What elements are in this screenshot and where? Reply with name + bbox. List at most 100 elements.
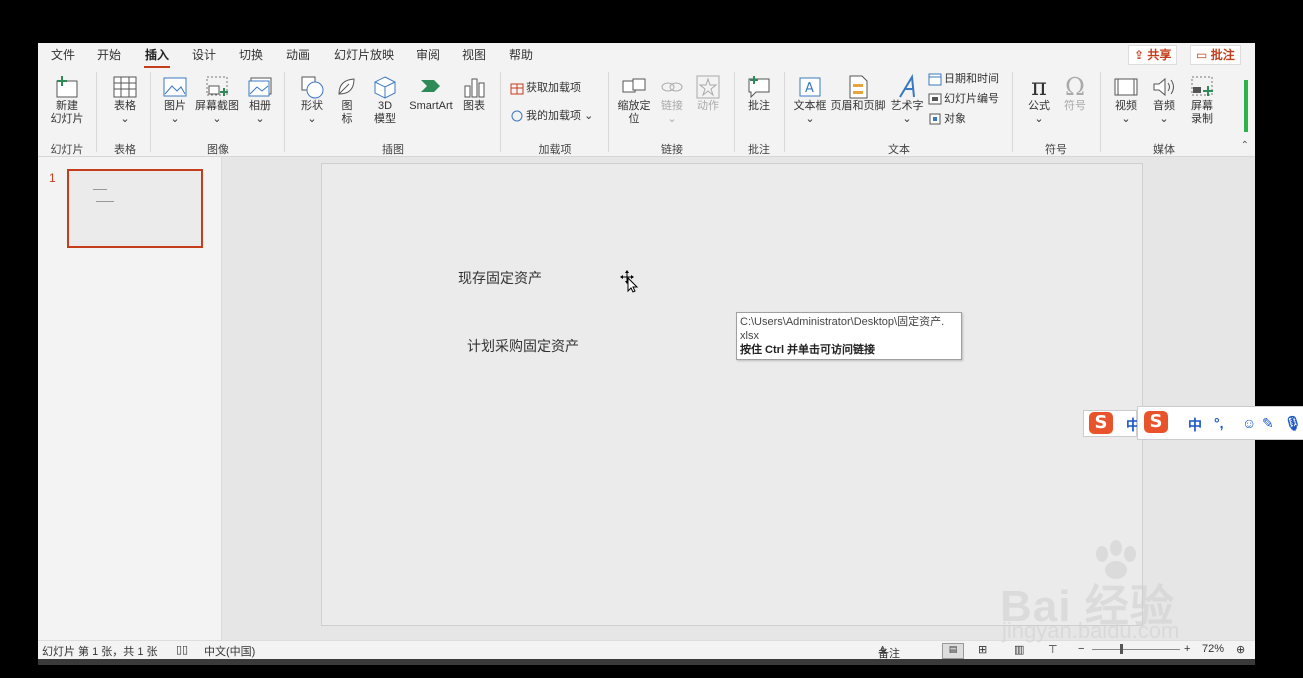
language-status[interactable]: 中文(中国) xyxy=(204,643,255,659)
textbox-button[interactable]: A 文本框 ⌄ xyxy=(792,74,828,126)
svg-text:A: A xyxy=(805,81,814,96)
normal-view-icon[interactable]: ▤ xyxy=(942,643,964,659)
tab-insert[interactable]: 插入 xyxy=(144,46,170,68)
group-label-text: 文本 xyxy=(888,144,910,156)
tooltip-path: C:\Users\Administrator\Desktop\固定资产. xyxy=(740,316,945,328)
group-label-comments: 批注 xyxy=(748,144,770,156)
chevron-down-icon: ⌄ xyxy=(212,113,222,125)
slide-number-icon xyxy=(928,93,942,105)
comments-button[interactable]: ▭ 批注 xyxy=(1190,45,1241,65)
group-label-addins: 加载项 xyxy=(538,144,572,156)
scroll-indicator xyxy=(1244,80,1248,132)
smartart-icon xyxy=(421,80,440,92)
taskbar-strip xyxy=(38,659,1255,665)
ime-chinese-mode[interactable]: 中 xyxy=(1188,415,1202,435)
tab-animations[interactable]: 动画 xyxy=(285,46,311,66)
chart-button[interactable]: 图表 xyxy=(460,74,488,113)
chevron-down-icon: ⌄ xyxy=(805,113,815,125)
hyperlink-tooltip: C:\Users\Administrator\Desktop\固定资产. xls… xyxy=(736,312,962,360)
thumbnail-number: 1 xyxy=(49,171,56,185)
chevron-down-icon: ⌄ xyxy=(584,110,594,122)
slide-text-planned-assets[interactable]: 计划采购固定资产 xyxy=(467,336,579,356)
tooltip-path-ext: xlsx xyxy=(740,330,759,342)
ime-toolbar[interactable]: S 中 °, ☺ ✎ 🎙 xyxy=(1137,406,1303,440)
slide-thumbnail[interactable] xyxy=(67,169,203,248)
smiley-icon[interactable]: ☺ xyxy=(1242,415,1256,431)
my-addins-button[interactable]: 我的加载项 ⌄ xyxy=(510,108,593,124)
insert-comment-button[interactable]: 批注 xyxy=(744,74,774,113)
action-button[interactable]: 动作 xyxy=(694,74,722,113)
tab-transitions[interactable]: 切换 xyxy=(238,46,264,66)
chevron-down-icon: ⌄ xyxy=(170,113,180,125)
object-button[interactable]: 对象 xyxy=(928,111,966,127)
datetime-button[interactable]: 日期和时间 xyxy=(928,71,999,87)
wordart-button[interactable]: 艺术字 ⌄ xyxy=(890,74,924,126)
chevron-down-icon: ⌄ xyxy=(667,113,677,125)
icons-button[interactable]: 图 标 xyxy=(334,74,360,126)
comment-icon: ▭ xyxy=(1196,48,1208,62)
ribbon-insert: 新建 幻灯片 表格 ⌄ 图片 ⌄ 屏幕截图 ⌄ 相册 ⌄ 形状 ⌄ 图 标 3D… xyxy=(38,68,1255,157)
group-label-links: 链接 xyxy=(661,144,683,156)
object-icon xyxy=(929,113,941,125)
ime-punctuation[interactable]: °, xyxy=(1214,415,1224,431)
audio-button[interactable]: 音频 ⌄ xyxy=(1148,74,1180,126)
3d-models-button[interactable]: 3D 模型 xyxy=(370,74,400,126)
picture-button[interactable]: 图片 ⌄ xyxy=(160,74,190,126)
group-label-symbols: 符号 xyxy=(1045,144,1067,156)
header-footer-icon xyxy=(849,75,868,99)
chevron-down-icon: ⌄ xyxy=(1159,113,1169,125)
picture-icon xyxy=(163,77,187,97)
tab-slideshow[interactable]: 幻灯片放映 xyxy=(333,46,395,66)
tab-help[interactable]: 帮助 xyxy=(508,46,534,66)
album-button[interactable]: 相册 ⌄ xyxy=(244,74,276,126)
slide-count-status: 幻灯片 第 1 张，共 1 张 xyxy=(42,646,158,658)
omega-icon: Ω xyxy=(1065,73,1085,101)
thumbnail-text-line xyxy=(93,189,107,190)
screen-record-icon xyxy=(1191,76,1213,96)
get-addins-button[interactable]: 获取加载项 xyxy=(510,80,581,96)
tab-file[interactable]: 文件 xyxy=(50,46,76,66)
tab-design[interactable]: 设计 xyxy=(191,46,217,66)
cube-icon xyxy=(374,76,396,99)
group-label-tables: 表格 xyxy=(114,144,136,156)
share-button[interactable]: ⇪ 共享 xyxy=(1128,45,1178,65)
tab-review[interactable]: 审阅 xyxy=(415,46,441,66)
smartart-button[interactable]: SmartArt xyxy=(406,74,456,113)
separator xyxy=(608,72,609,152)
ribbon-tab-bar: 文件 开始 插入 设计 切换 动画 幻灯片放映 审阅 视图 帮助 ⇪ 共享 ▭ … xyxy=(38,43,1255,68)
collapse-ribbon-icon[interactable]: ⌃ xyxy=(1241,140,1249,151)
store-icon xyxy=(510,83,524,95)
screenshot-button[interactable]: 屏幕截图 ⌄ xyxy=(194,74,240,126)
separator xyxy=(784,72,785,152)
equation-button[interactable]: π 公式 ⌄ xyxy=(1022,74,1056,126)
accessibility-icon[interactable]: ▯▯ xyxy=(176,643,188,656)
group-label-media: 媒体 xyxy=(1153,144,1175,156)
header-footer-button[interactable]: 页眉和页脚 xyxy=(830,74,886,113)
zoom-button[interactable]: 缩放定 位 xyxy=(616,74,652,126)
textbox-icon: A xyxy=(799,77,821,97)
pen-icon[interactable]: ✎ xyxy=(1262,415,1274,432)
video-button[interactable]: 视频 ⌄ xyxy=(1110,74,1142,126)
tab-view[interactable]: 视图 xyxy=(461,46,487,66)
group-label-slides: 幻灯片 xyxy=(50,144,84,156)
chevron-down-icon: ⌄ xyxy=(1121,113,1131,125)
table-icon xyxy=(113,76,137,98)
chevron-down-icon: ⌄ xyxy=(902,113,912,125)
slide-number-button[interactable]: 幻灯片编号 xyxy=(928,91,999,107)
separator xyxy=(1012,72,1013,152)
sogou-logo-icon[interactable]: S xyxy=(1144,411,1168,433)
shapes-button[interactable]: 形状 ⌄ xyxy=(296,74,328,126)
microphone-icon[interactable]: 🎙 xyxy=(1284,415,1302,432)
baidu-watermark: Bai 经验 jingyan.baidu.com xyxy=(1000,540,1260,650)
group-label-illustrations: 插图 xyxy=(382,144,404,156)
screen-record-button[interactable]: 屏幕 录制 xyxy=(1186,74,1218,126)
slide-sorter-icon[interactable]: ⊞ xyxy=(978,643,987,656)
tooltip-hint: 按住 Ctrl 并单击可访问链接 xyxy=(740,344,876,356)
slide-text-existing-assets[interactable]: 现存固定资产 xyxy=(458,268,542,288)
table-button[interactable]: 表格 ⌄ xyxy=(108,74,142,126)
link-button[interactable]: 链接 ⌄ xyxy=(658,74,686,126)
wordart-icon xyxy=(899,74,915,98)
new-slide-button[interactable]: 新建 幻灯片 xyxy=(44,74,90,126)
symbol-button[interactable]: Ω 符号 xyxy=(1060,74,1090,113)
tab-home[interactable]: 开始 xyxy=(96,46,122,66)
